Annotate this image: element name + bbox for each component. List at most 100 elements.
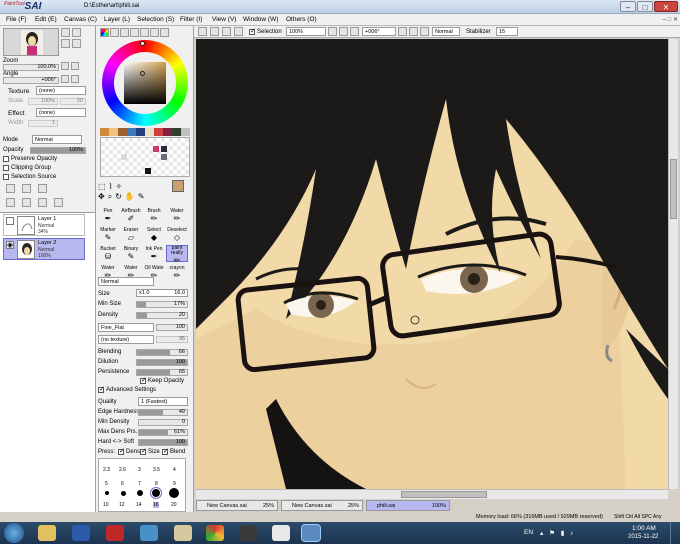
show-desktop-button[interactable] [670,522,680,544]
visibility-toggle[interactable]: ◉ [6,241,14,249]
chrome-icon[interactable] [206,525,224,541]
tool-paint-really[interactable]: paint really ✏ [166,245,188,265]
tool-pen[interactable]: Pen ✒ [97,207,119,224]
angle-select[interactable]: +006° [362,27,396,36]
move-icon[interactable]: ✥ [98,192,108,201]
app-icon[interactable] [106,525,124,541]
navigator-preview[interactable] [3,28,59,56]
size-preset[interactable]: 9 [173,481,176,487]
brush-texture-amount[interactable]: 95 [156,336,188,343]
brush-texture-select[interactable]: (no texture) [98,335,154,344]
rotate-ccw-button[interactable] [398,27,407,36]
rotate-cw-button[interactable] [409,27,418,36]
minimize-button[interactable]: – [620,1,636,12]
selection-source-checkbox[interactable] [3,174,9,180]
new-layer-button[interactable] [6,184,15,193]
blend-mode-select[interactable]: Normal [32,135,82,144]
size-preset[interactable]: 5 [105,481,108,487]
zoom-in-canvas-button[interactable] [339,27,348,36]
menu-layer[interactable]: Layer (L) [104,16,130,23]
canvas-tab[interactable]: New Canvas.sai 25% [196,500,278,511]
color-wheel[interactable] [102,40,188,126]
selection-checkbox[interactable] [249,27,256,35]
texture-select[interactable]: (none) [36,86,86,95]
menu-others[interactable]: Others (O) [286,16,317,23]
tool-deselect[interactable]: Deselect ◇ [166,226,188,243]
redo-button[interactable] [210,27,219,36]
persistence-slider[interactable]: 65 [136,369,188,376]
delete-layer-button[interactable] [54,198,63,207]
size-preset[interactable]: 6 [121,481,124,487]
canvas-tab[interactable]: New Canvas.sai 25% [281,500,363,511]
zoom-slider[interactable]: 100.0% [3,64,59,71]
tool-airbrush[interactable]: AirBrush ✐ [120,207,142,224]
brush-mode-select[interactable]: Normal [98,277,154,286]
new-linework-layer-button[interactable] [22,184,31,193]
app-icon[interactable] [272,525,290,541]
size-preset[interactable]: 3.5 [153,467,160,473]
swatch-cell[interactable] [153,146,159,152]
hsv-slider-toggle-icon[interactable] [120,28,129,37]
merge-down-button[interactable] [22,198,31,207]
effect-select[interactable]: (none) [36,108,86,117]
scale-slider[interactable]: 100% [28,98,58,105]
stabilizer-select[interactable]: 15 [496,27,518,36]
edge-hardness-slider[interactable]: 49 [138,409,188,416]
keep-opacity-checkbox[interactable] [140,376,147,384]
swatches-toggle-icon[interactable] [140,28,149,37]
zoom-minus-button[interactable] [61,62,69,70]
opacity-slider[interactable]: 100% [30,147,86,154]
max-dens-prs-slider[interactable]: 61% [138,429,188,436]
tool-binary[interactable]: Binary ✎ [120,245,142,262]
tray-icons[interactable]: ▴ ⚑ ▮ ♪ [540,529,575,537]
tool-bucket[interactable]: Bucket ⛁ [97,245,119,262]
tool-ink-pen[interactable]: Ink Pen ✒ [143,245,165,262]
deselect-button[interactable] [222,27,231,36]
swatch-row[interactable] [100,128,190,136]
hard-soft-slider[interactable]: 100 [138,439,188,446]
density-slider[interactable]: 20 [136,312,188,319]
rotate-left-button[interactable] [61,39,70,48]
maximize-button[interactable]: □ [637,1,653,12]
menu-canvas[interactable]: Canvas (C) [64,16,97,23]
menu-edit[interactable]: Edit (E) [35,16,57,23]
size-preset[interactable]: 2.3 [103,467,110,473]
press-blend-checkbox[interactable] [162,447,169,455]
size-preset[interactable]: 7 [138,481,141,487]
clock-time[interactable]: 1:00 AM [632,525,656,532]
rotate-right-button[interactable] [72,39,81,48]
close-button[interactable]: ✕ [654,1,678,12]
vertical-scroll-thumb[interactable] [670,159,677,219]
press-size-checkbox[interactable] [140,447,147,455]
tool-eraser[interactable]: Eraser ▱ [120,226,142,243]
clear-layer-button[interactable] [38,198,47,207]
menu-selection[interactable]: Selection (S) [137,16,174,23]
flip-button[interactable] [420,27,429,36]
tool-marker[interactable]: Marker ✎ [97,226,119,243]
paint-tool-sai-icon[interactable] [301,524,321,542]
min-size-slider[interactable]: 17% [136,301,188,308]
undo-button[interactable] [198,27,207,36]
size-preset[interactable]: 4 [173,467,176,473]
vertical-scrollbar[interactable] [668,39,678,489]
menu-window[interactable]: Window (W) [243,16,278,23]
zoom-in-button[interactable] [61,28,70,37]
horizontal-scrollbar[interactable] [196,489,668,499]
word-icon[interactable] [72,525,90,541]
color-options-icon[interactable] [160,28,169,37]
swatch-cell[interactable] [121,154,127,160]
swatch-cell[interactable] [145,168,151,174]
size-slider[interactable]: x1.0 16.0 [136,289,188,297]
angle-minus-button[interactable] [61,75,69,83]
start-button[interactable] [4,523,24,543]
angle-plus-button[interactable] [71,75,79,83]
tool-water[interactable]: Water ✏ [166,207,188,224]
size-preset[interactable]: 20 [171,502,177,508]
inner-window-controls[interactable]: – □ ✕ [612,16,678,25]
blending-slider[interactable]: 66 [136,349,188,356]
primary-color-swatch[interactable] [172,180,184,192]
zoom-out-button[interactable] [72,28,81,37]
color-wheel-toggle-icon[interactable] [100,28,109,37]
zoom-reset-button[interactable] [350,27,359,36]
intermediate-color-toggle-icon[interactable] [130,28,139,37]
